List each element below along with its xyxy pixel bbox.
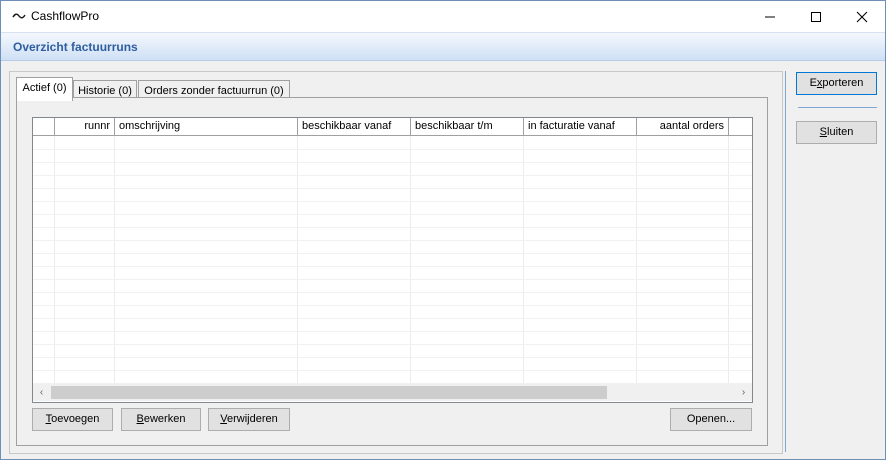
grid-column-divider: [297, 136, 298, 384]
grid-column-divider: [523, 136, 524, 384]
column-header-aantal-orders[interactable]: aantal orders: [637, 118, 729, 135]
close-icon: [856, 11, 868, 23]
grid-row-line: [33, 227, 752, 228]
side-separator: [798, 107, 877, 108]
scroll-left-arrow-icon[interactable]: ‹: [33, 384, 50, 401]
grid-row-line: [33, 214, 752, 215]
grid-row-line: [33, 240, 752, 241]
grid-column-divider: [636, 136, 637, 384]
close-button[interactable]: [839, 1, 885, 32]
factuurruns-grid[interactable]: runnr omschrijving beschikbaar vanaf bes…: [32, 117, 753, 403]
maximize-icon: [811, 12, 821, 22]
exporteren-button[interactable]: Exporteren: [796, 72, 877, 95]
grid-row-line: [33, 162, 752, 163]
minimize-button[interactable]: [747, 1, 793, 32]
tab-historie-label: Historie (0): [78, 85, 132, 97]
app-window: CashflowPro Overzicht factuurruns Actief…: [0, 0, 886, 460]
tab-orders-label: Orders zonder factuurrun (0): [144, 85, 284, 97]
sluiten-mnemonic: S: [819, 126, 828, 138]
tab-actief[interactable]: Actief (0): [16, 77, 73, 101]
toevoegen-button[interactable]: Toevoegen: [32, 408, 113, 431]
window-title: CashflowPro: [31, 9, 100, 23]
grid-row-line: [33, 188, 752, 189]
grid-column-divider: [114, 136, 115, 384]
column-header-selector[interactable]: [33, 118, 55, 135]
sluiten-button[interactable]: Sluiten: [796, 121, 877, 144]
grid-row-line: [33, 331, 752, 332]
grid-row-line: [33, 279, 752, 280]
title-bar[interactable]: CashflowPro: [1, 1, 885, 32]
grid-row-line: [33, 175, 752, 176]
sluiten-label: luiten: [827, 126, 854, 138]
grid-row-line: [33, 292, 752, 293]
grid-row-line: [33, 266, 752, 267]
grid-column-divider: [410, 136, 411, 384]
app-logo-icon: [12, 13, 26, 19]
exporteren-label: porteren: [822, 77, 864, 89]
grid-row-line: [33, 305, 752, 306]
grid-row-line: [33, 201, 752, 202]
scroll-thumb[interactable]: [51, 386, 607, 399]
grid-row-line: [33, 357, 752, 358]
bewerken-label: ewerken: [143, 413, 186, 425]
grid-header: runnr omschrijving beschikbaar vanaf bes…: [33, 118, 752, 136]
minimize-icon: [765, 16, 775, 18]
column-header-beschikbaar-vanaf[interactable]: beschikbaar vanaf: [298, 118, 411, 135]
exporteren-prefix: E: [809, 77, 817, 89]
header-banner: Overzicht factuurruns: [1, 32, 885, 61]
verwijderen-mnemonic: V: [220, 413, 227, 425]
column-header-beschikbaar-tm[interactable]: beschikbaar t/m: [411, 118, 524, 135]
grid-row-line: [33, 344, 752, 345]
grid-row-line: [33, 370, 752, 371]
page-title: Overzicht factuurruns: [13, 40, 138, 54]
grid-row-line: [33, 149, 752, 150]
column-header-omschrijving[interactable]: omschrijving: [115, 118, 298, 135]
openen-button[interactable]: Openen...: [670, 408, 752, 431]
horizontal-scrollbar[interactable]: ‹ ›: [33, 384, 752, 401]
grid-row-line: [33, 318, 752, 319]
openen-label: Openen...: [686, 413, 736, 425]
verwijderen-button[interactable]: Verwijderen: [208, 408, 290, 431]
bewerken-button[interactable]: Bewerken: [121, 408, 201, 431]
column-header-in-facturatie-vanaf[interactable]: in facturatie vanaf: [524, 118, 637, 135]
tab-actief-label: Actief (0): [22, 82, 67, 94]
verwijderen-label: erwijderen: [226, 413, 278, 425]
maximize-button[interactable]: [793, 1, 839, 32]
grid-column-divider: [54, 136, 55, 384]
bewerken-mnemonic: B: [136, 413, 144, 425]
grid-row-line: [33, 253, 752, 254]
column-header-runnr[interactable]: runnr: [55, 118, 115, 135]
grid-column-divider: [728, 136, 729, 384]
scroll-right-arrow-icon[interactable]: ›: [735, 384, 752, 401]
toevoegen-label: oevoegen: [51, 413, 100, 425]
